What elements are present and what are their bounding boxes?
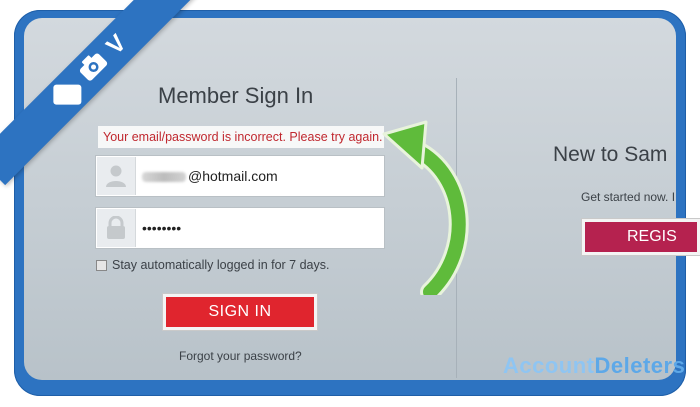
remember-me[interactable]: Stay automatically logged in for 7 days. bbox=[96, 258, 329, 272]
signin-button-frame: SIGN IN bbox=[162, 293, 318, 331]
get-started-text: Get started now. I bbox=[581, 190, 676, 204]
user-icon bbox=[97, 157, 136, 195]
watermark-part1: Account bbox=[503, 353, 595, 378]
member-signin-title: Member Sign In bbox=[158, 83, 314, 108]
ad-badge-icon bbox=[53, 84, 82, 105]
new-member-title: New to Sam bbox=[553, 143, 668, 166]
email-value[interactable]: @hotmail.com bbox=[142, 156, 278, 196]
watermark-part2: Deleters bbox=[594, 353, 686, 378]
signin-button[interactable]: SIGN IN bbox=[166, 297, 314, 327]
ribbon-letter: V bbox=[101, 29, 132, 60]
remember-label: Stay automatically logged in for 7 days. bbox=[112, 258, 330, 272]
register-button[interactable]: REGIS bbox=[585, 222, 697, 252]
password-value[interactable]: •••••••• bbox=[142, 208, 181, 248]
register-button-frame: REGIS bbox=[581, 218, 700, 256]
error-message: Your email/password is incorrect. Please… bbox=[98, 126, 384, 148]
password-field[interactable]: •••••••• bbox=[95, 207, 385, 249]
forgot-password-link[interactable]: Forgot your password? bbox=[179, 349, 302, 363]
email-field[interactable]: @hotmail.com bbox=[95, 155, 385, 197]
remember-checkbox[interactable] bbox=[96, 259, 107, 271]
curved-arrow-icon bbox=[382, 120, 469, 295]
redacted-email-blur bbox=[142, 172, 186, 183]
content-panel bbox=[24, 18, 676, 380]
camera-icon bbox=[74, 48, 114, 88]
accountdeleters-watermark: AccountDeleters bbox=[503, 353, 685, 379]
lock-icon bbox=[97, 209, 136, 247]
